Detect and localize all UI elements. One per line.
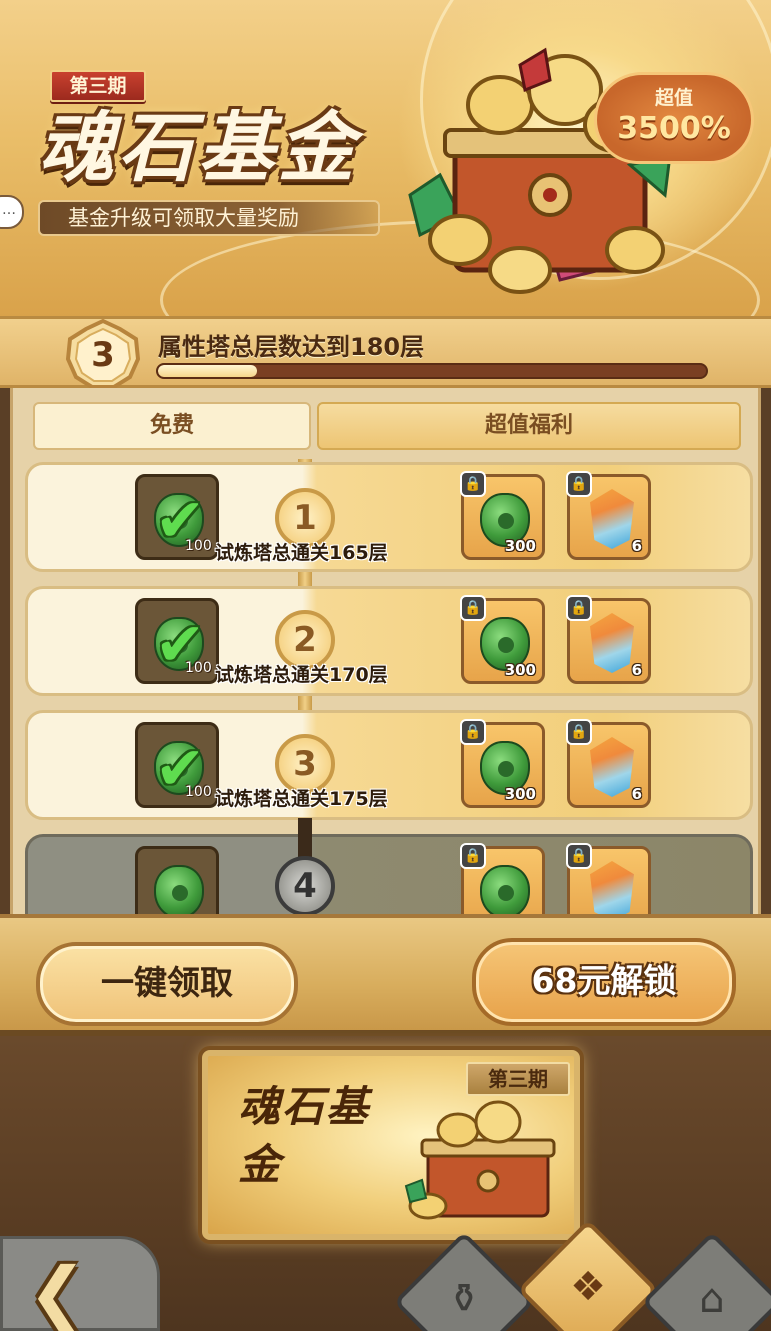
premium-reward-item[interactable]: 🔒 6 <box>566 595 651 684</box>
item-qty: 6 <box>631 661 642 679</box>
lock-icon: 🔒 <box>460 719 486 745</box>
lock-icon: 🔒 <box>566 595 592 621</box>
fund-banner: 第三期 魂石基金 基金升级可领取大量奖励 … 超值 3500% <box>0 0 771 318</box>
chest-icon: ❖ <box>570 1264 606 1310</box>
milestone-node-locked: 4 <box>275 856 335 916</box>
milestone-label: 试炼塔总通关165层 <box>215 542 388 564</box>
tab-premium[interactable]: 超值福利 <box>317 402 741 450</box>
reward-list[interactable]: 免费 超值福利 ✔ 100 1 试炼塔总通关165层 🔒 300 🔒 6 ✔ 1… <box>10 388 761 918</box>
level-number: 3 <box>91 335 115 375</box>
progress-text: 属性塔总层数达到180层 <box>158 333 425 361</box>
item-qty: 300 <box>504 661 536 679</box>
free-reward-qty: 100 <box>185 538 212 554</box>
premium-reward-item[interactable]: 🔒 6 <box>566 471 651 560</box>
action-bar: 一键领取 68元解锁 <box>0 914 771 1036</box>
fund-card-selected[interactable]: 魂石基金 第三期 <box>202 1050 580 1240</box>
premium-reward-item[interactable]: 🔒 300 <box>460 719 545 808</box>
shop-icon: ⌂ <box>699 1276 725 1322</box>
back-arrow-icon[interactable]: ❮ <box>28 1258 112 1331</box>
lock-icon: 🔒 <box>460 843 486 869</box>
card-title: 魂石基金 <box>238 1082 371 1189</box>
premium-reward-item[interactable]: 🔒 <box>566 843 651 918</box>
free-reward-qty: 100 <box>185 660 212 676</box>
lock-icon: 🔒 <box>566 843 592 869</box>
progress-track <box>156 363 708 379</box>
free-reward-item[interactable] <box>135 846 219 918</box>
unlock-button[interactable]: 68元解锁 <box>472 938 736 1026</box>
crystal-icon <box>590 861 634 918</box>
claim-all-button[interactable]: 一键领取 <box>36 942 298 1026</box>
progress-fill <box>158 365 257 377</box>
item-qty: 300 <box>504 785 536 803</box>
treasure-chest-image <box>404 1100 556 1220</box>
tab-free[interactable]: 免费 <box>33 402 311 450</box>
fund-title: 魂石基金 <box>38 103 358 192</box>
soul-stone-icon <box>154 865 204 918</box>
card-period-tag: 第三期 <box>466 1062 570 1096</box>
lock-icon: 🔒 <box>566 719 592 745</box>
milestone-label: 试炼塔总通关170层 <box>215 664 388 686</box>
crystal-icon <box>590 737 634 797</box>
item-qty: 6 <box>631 785 642 803</box>
bag-icon: ⚱ <box>447 1276 481 1322</box>
soul-stone-icon <box>480 865 530 918</box>
value-percent: 3500% <box>617 111 731 146</box>
crystal-icon <box>590 489 634 549</box>
level-progress: 3 属性塔总层数达到180层 <box>0 316 771 389</box>
lock-icon: 🔒 <box>566 471 592 497</box>
item-qty: 300 <box>504 537 536 555</box>
track-line-locked <box>298 818 312 858</box>
lock-icon: 🔒 <box>460 471 486 497</box>
item-qty: 6 <box>631 537 642 555</box>
value-badge: 超值 3500% <box>594 72 754 164</box>
fund-subtitle: 基金升级可领取大量奖励 <box>38 200 380 236</box>
premium-reward-item[interactable]: 🔒 <box>460 843 545 918</box>
premium-reward-item[interactable]: 🔒 300 <box>460 595 545 684</box>
lower-nav-area: 魂石基金 第三期 ❮ ⚱ ❖ ⌂ <box>0 1036 771 1331</box>
period-tag: 第三期 <box>50 70 146 102</box>
lock-icon: 🔒 <box>460 595 486 621</box>
value-label: 超值 <box>654 87 693 109</box>
premium-reward-item[interactable]: 🔒 300 <box>460 471 545 560</box>
chat-icon[interactable]: … <box>0 195 24 229</box>
milestone-label: 试炼塔总通关175层 <box>215 788 388 810</box>
crystal-icon <box>590 613 634 673</box>
premium-reward-item[interactable]: 🔒 6 <box>566 719 651 808</box>
free-reward-qty: 100 <box>185 784 212 800</box>
